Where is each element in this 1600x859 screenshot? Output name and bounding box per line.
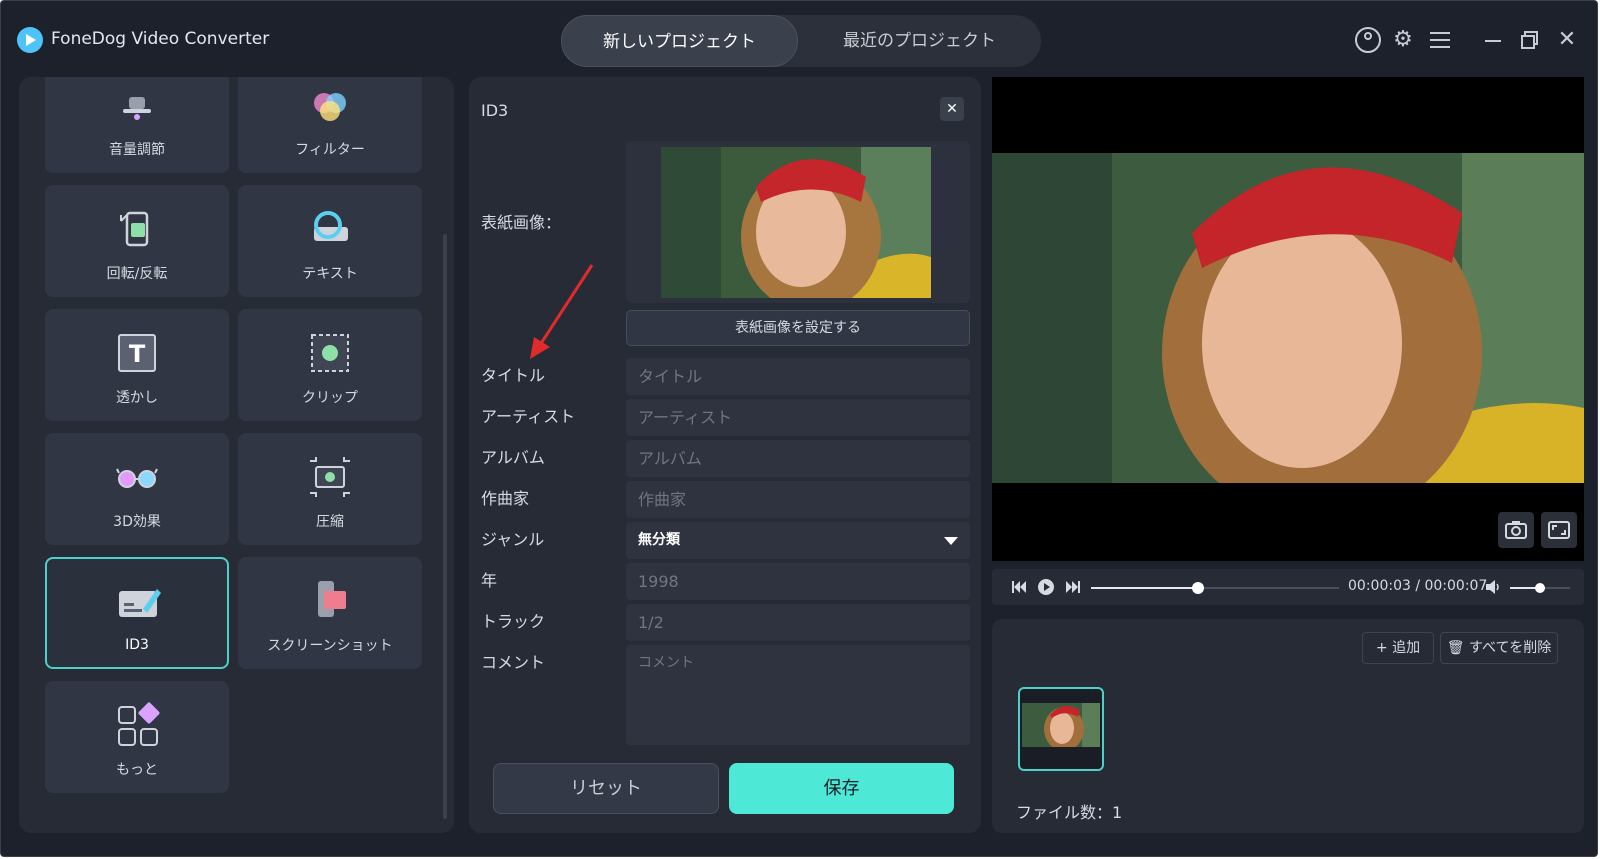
tool-3d-effect[interactable]: 3D効果 — [45, 433, 229, 545]
id3-close-button[interactable]: ✕ — [940, 97, 964, 121]
tool-label: 3D効果 — [113, 514, 161, 530]
app-window: FoneDog Video Converter 新しいプロジェクト 最近のプロジ… — [0, 0, 1598, 857]
annotation-arrow-icon — [530, 264, 594, 359]
tool-label: 圧縮 — [316, 514, 344, 530]
menu-icon[interactable] — [1428, 27, 1454, 53]
tool-text[interactable]: テキスト — [238, 185, 422, 297]
skip-back-icon[interactable] — [1010, 578, 1028, 596]
tool-screenshot[interactable]: スクリーンショット — [238, 557, 422, 669]
title-bar: FoneDog Video Converter 新しいプロジェクト 最近のプロジ… — [1, 1, 1597, 77]
progress-fill — [1091, 587, 1198, 589]
screenshot-icon — [318, 581, 346, 617]
tool-volume-adjust[interactable]: 音量調節 — [45, 77, 229, 173]
tab-new-project[interactable]: 新しいプロジェクト — [561, 15, 798, 67]
delete-all-button[interactable]: 🗑 すべてを削除 — [1440, 632, 1558, 664]
caret-down-icon — [944, 537, 958, 545]
volume-handle[interactable] — [1535, 583, 1545, 593]
tool-filter[interactable]: フィルター — [238, 77, 422, 173]
cover-image — [661, 147, 931, 298]
close-icon[interactable]: ✕ — [1554, 27, 1580, 53]
preview-frame — [992, 153, 1584, 483]
filter-icon — [314, 93, 346, 121]
tool-rotate[interactable]: 回転/反転 — [45, 185, 229, 297]
comment-field[interactable]: コメント — [626, 645, 970, 745]
cover-image-box — [626, 141, 970, 303]
svg-text:T: T — [129, 340, 146, 368]
time-readout: 00:00:03 / 00:00:07 — [1348, 578, 1488, 594]
id3-panel-title: ID3 — [481, 101, 509, 120]
album-label: アルバム — [481, 448, 545, 467]
composer-field[interactable]: 作曲家 — [626, 481, 970, 518]
track-label: トラック — [481, 612, 546, 631]
app-logo-icon — [17, 27, 43, 53]
compress-icon — [310, 457, 350, 497]
tool-label: スクリーンショット — [267, 638, 393, 654]
gear-icon[interactable]: ⚙ — [1390, 27, 1416, 53]
set-cover-button[interactable]: 表紙画像を設定する — [626, 310, 970, 346]
file-thumbnail[interactable] — [1018, 687, 1104, 771]
artist-field[interactable]: アーティスト — [626, 399, 970, 436]
tool-label: ID3 — [125, 637, 149, 653]
clip-icon — [311, 334, 349, 372]
project-tabs: 新しいプロジェクト 最近のプロジェクト — [561, 15, 1041, 67]
video-preview — [992, 77, 1584, 561]
volume-adjust-icon — [123, 97, 151, 120]
3d-glasses-icon — [116, 468, 158, 488]
more-icon — [118, 702, 160, 746]
cover-label: 表紙画像： — [481, 213, 562, 232]
tool-label: 回転/反転 — [106, 266, 168, 282]
reset-button[interactable]: リセット — [493, 763, 719, 814]
album-field[interactable]: アルバム — [626, 440, 970, 477]
tool-label: フィルター — [295, 142, 365, 158]
app-root: FoneDog Video Converter 新しいプロジェクト 最近のプロジ… — [0, 0, 1600, 859]
tab-recent-projects[interactable]: 最近のプロジェクト — [798, 15, 1041, 67]
add-file-button[interactable]: + 追加 — [1362, 632, 1434, 664]
user-icon[interactable] — [1355, 27, 1381, 53]
tools-scrollbar[interactable] — [443, 234, 447, 819]
tool-watermark[interactable]: T 透かし — [45, 309, 229, 421]
rotate-icon — [120, 211, 149, 247]
progress-handle[interactable] — [1191, 582, 1204, 594]
tools-panel: 音量調節 フィルター 回転/反転 テキスト T 透かし クリップ 3D効果 圧縮… — [19, 77, 454, 833]
save-button[interactable]: 保存 — [729, 763, 954, 814]
comment-label: コメント — [481, 653, 546, 672]
progress-bar[interactable] — [1091, 582, 1339, 594]
id3-icon — [119, 589, 161, 617]
tool-id3[interactable]: ID3 — [45, 557, 229, 669]
artist-label: アーティスト — [481, 407, 576, 426]
watermark-icon: T — [118, 334, 156, 372]
id3-panel: ID3 ✕ 表紙画像： 表紙画像を設定する タイトル タイトル アーティスト ア… — [469, 77, 981, 833]
fullscreen-icon[interactable] — [1541, 512, 1577, 548]
tool-label: 音量調節 — [109, 142, 165, 158]
thumbnail-image — [1022, 703, 1100, 747]
skip-forward-icon[interactable] — [1064, 578, 1082, 596]
genre-value: 無分類 — [638, 532, 680, 548]
title-label: タイトル — [481, 366, 546, 385]
play-icon[interactable] — [1037, 578, 1055, 596]
tool-clip[interactable]: クリップ — [238, 309, 422, 421]
tool-label: テキスト — [302, 266, 358, 282]
genre-label: ジャンル — [481, 530, 545, 549]
tool-label: もっと — [116, 762, 158, 778]
year-field[interactable]: 1998 — [626, 563, 970, 600]
genre-select[interactable]: 無分類 — [626, 522, 970, 559]
snapshot-camera-icon[interactable] — [1498, 512, 1534, 548]
track-field[interactable]: 1/2 — [626, 604, 970, 641]
year-label: 年 — [481, 571, 498, 590]
volume-icon[interactable] — [1484, 578, 1502, 596]
tool-compress[interactable]: 圧縮 — [238, 433, 422, 545]
text-icon — [314, 211, 348, 241]
minimize-icon[interactable] — [1481, 27, 1507, 53]
player-controls: 00:00:03 / 00:00:07 — [992, 569, 1584, 605]
file-count: ファイル数：1 — [1016, 803, 1123, 822]
maximize-icon[interactable] — [1516, 27, 1542, 53]
tool-label: 透かし — [116, 390, 158, 406]
file-list-panel: + 追加 🗑 すべてを削除 ファイル数：1 — [992, 619, 1584, 833]
title-field[interactable]: タイトル — [626, 358, 970, 395]
tool-more[interactable]: もっと — [45, 681, 229, 793]
tool-label: クリップ — [302, 390, 358, 406]
composer-label: 作曲家 — [481, 489, 530, 508]
volume-slider[interactable] — [1510, 583, 1570, 593]
app-title: FoneDog Video Converter — [51, 29, 270, 49]
